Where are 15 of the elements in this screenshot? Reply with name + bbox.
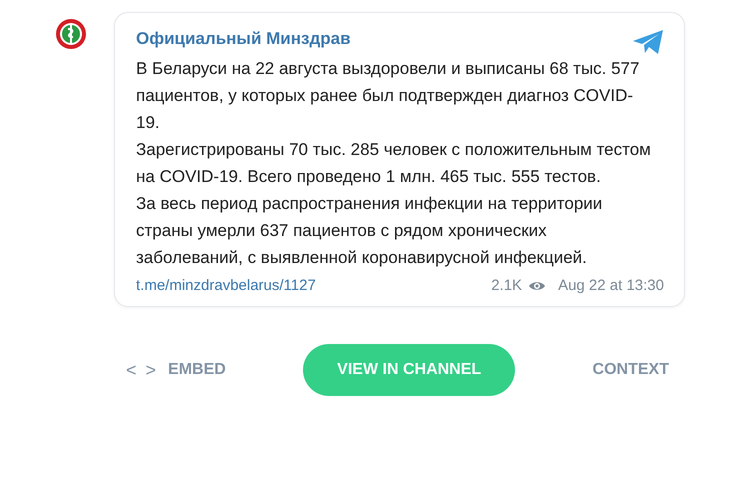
channel-avatar-icon [55,18,87,50]
context-button[interactable]: CONTEXT [592,361,669,379]
message-paragraph: За весь период распространения инфекции на территории страны умерли 637 пациентов с рядом хронических заболеваний, с выявленной коронавирусной инфекцией. [136,193,604,269]
code-icon: < > [126,360,158,380]
channel-name[interactable]: Официальный Минздрав [136,27,351,51]
message-paragraph: В Беларуси на 22 августа выздоровели и выписаны 68 тыс. 577 пациентов, у которых ранее был подтвержден диагноз COVID-19. [136,58,640,134]
message-paragraph: Зарегистрированы 70 тыс. 285 человек с положительным тестом на COVID-19. Всего проведено 1 млн. 465 тыс. 555 тестов. [136,139,652,188]
eye-icon [528,280,546,292]
embed-button[interactable]: < > EMBED [126,360,226,380]
view-in-channel-button[interactable]: VIEW IN CHANNEL [303,344,516,396]
post-date: Aug 22 at 13:30 [558,277,664,294]
paper-plane-icon [632,29,664,55]
post-link[interactable]: t.me/minzdravbelarus/1127 [136,277,316,294]
embed-label: EMBED [168,361,226,379]
view-count: 2.1K [491,277,522,294]
